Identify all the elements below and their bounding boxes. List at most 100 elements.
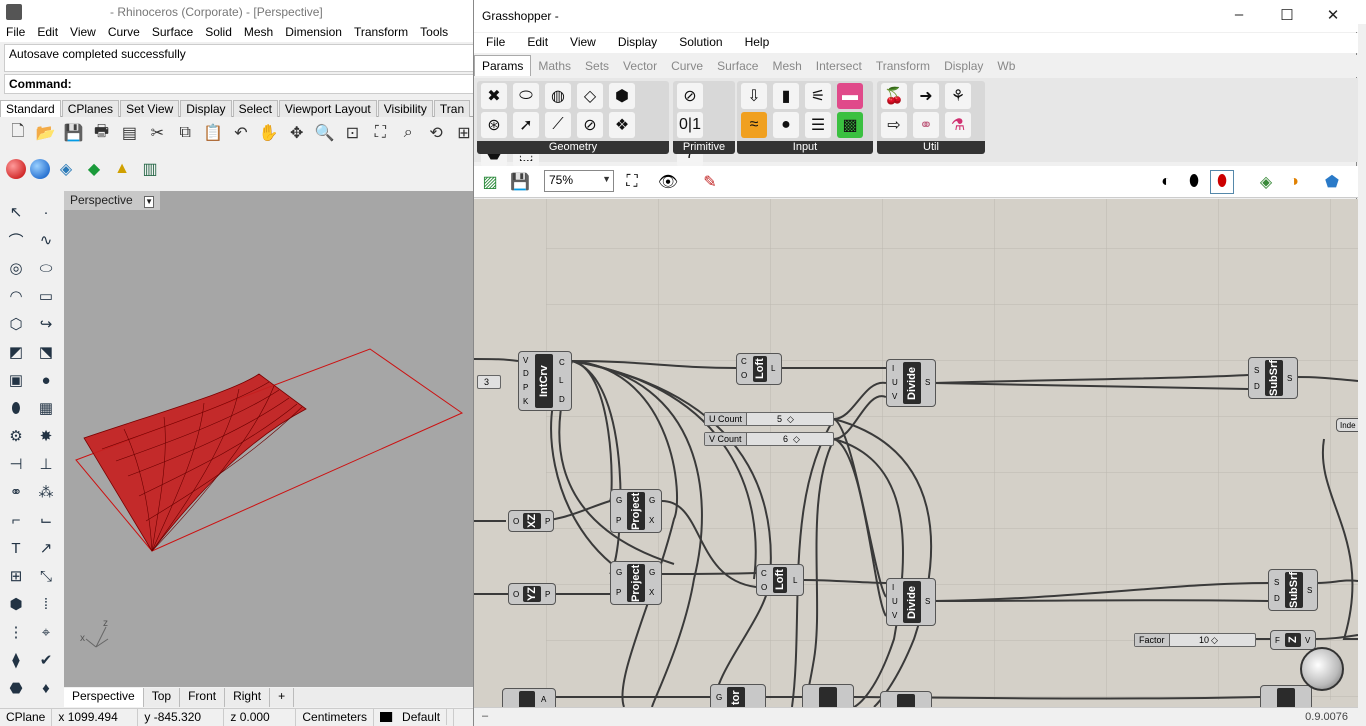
graph-mapper-icon[interactable]: ≈ bbox=[741, 112, 767, 138]
pin-g[interactable]: G bbox=[716, 693, 722, 702]
component-partial-vector[interactable]: G tor bbox=[710, 684, 766, 707]
pin-o[interactable]: O bbox=[513, 517, 519, 526]
pin-o[interactable]: O bbox=[761, 583, 767, 592]
scale-icon[interactable]: ⤡ bbox=[32, 562, 60, 590]
zoom-icon[interactable]: 🔍 bbox=[313, 121, 337, 145]
ribbon-group-label-primitive[interactable]: Primitive bbox=[673, 141, 735, 154]
component-xz-plane[interactable]: O XZ P bbox=[508, 510, 554, 532]
maximize-icon[interactable]: ☐ bbox=[1264, 6, 1310, 26]
viewport-tab-perspective[interactable]: Perspective bbox=[64, 688, 144, 707]
rhino-menu-solid[interactable]: Solid bbox=[199, 24, 238, 39]
slider-u-count[interactable]: U Count 5 ◇ bbox=[704, 412, 834, 426]
zoom-extents-icon[interactable]: ⛶ bbox=[620, 170, 644, 194]
canvas-navigation-widget[interactable] bbox=[1300, 647, 1344, 691]
pin-u[interactable]: U bbox=[892, 378, 898, 387]
rhino-menu-mesh[interactable]: Mesh bbox=[238, 24, 279, 39]
component-subsrf-1[interactable]: S D SubSrf S bbox=[1248, 357, 1298, 399]
arc-icon[interactable]: ◠ bbox=[2, 282, 30, 310]
gh-tab-sets[interactable]: Sets bbox=[578, 56, 616, 76]
rhino-menu-curve[interactable]: Curve bbox=[102, 24, 146, 39]
pin-s-out[interactable]: S bbox=[1287, 374, 1292, 383]
data-dam-icon[interactable]: ⇨ bbox=[881, 112, 907, 138]
pin-p[interactable]: P bbox=[545, 590, 550, 599]
tab-viewport-layout[interactable]: Viewport Layout bbox=[278, 100, 377, 117]
cherry-picker-icon[interactable]: 🍒 bbox=[881, 83, 907, 109]
surface-param-icon[interactable]: ◇ bbox=[577, 83, 603, 109]
ribbon-group-label-geometry[interactable]: Geometry bbox=[477, 141, 669, 154]
geometry-param-icon[interactable]: ✖ bbox=[481, 83, 507, 109]
render-mesh-icon[interactable]: ⬣ bbox=[2, 674, 30, 702]
gh-menu-edit[interactable]: Edit bbox=[515, 33, 558, 49]
box-icon[interactable]: ▣ bbox=[2, 366, 30, 394]
solver-shape-icon[interactable]: ⬟ bbox=[1320, 170, 1344, 194]
sphere-icon[interactable]: ● bbox=[32, 366, 60, 394]
slider-grip-icon[interactable]: ◇ bbox=[787, 413, 794, 425]
box-param-icon[interactable]: ⬢ bbox=[609, 83, 635, 109]
gh-menu-solution[interactable]: Solution bbox=[667, 33, 732, 49]
trim-icon[interactable]: ⊣ bbox=[2, 450, 30, 478]
color-swatch-icon[interactable]: ▩ bbox=[837, 112, 863, 138]
preview-eye-icon[interactable]: 👁 bbox=[656, 170, 680, 194]
ellipse-icon[interactable]: ⬭ bbox=[32, 254, 60, 282]
relay-arrow-icon[interactable]: ➜ bbox=[913, 83, 939, 109]
gh-tab-intersect[interactable]: Intersect bbox=[809, 56, 869, 76]
pin-s[interactable]: S bbox=[925, 378, 930, 387]
plane-param-icon[interactable]: ⊘ bbox=[577, 112, 603, 138]
jump-icon[interactable]: ⚭ bbox=[913, 112, 939, 138]
material-icon[interactable]: ◈ bbox=[54, 157, 78, 181]
pin-d[interactable]: D bbox=[1254, 382, 1260, 391]
control-knob-icon[interactable]: ⚟ bbox=[805, 83, 831, 109]
copy-icon[interactable]: ⧉ bbox=[173, 121, 197, 145]
cylinder-icon[interactable]: ⬮ bbox=[2, 394, 30, 422]
render-icon[interactable] bbox=[6, 159, 26, 179]
pin-g[interactable]: G bbox=[616, 568, 622, 577]
curve-param-icon[interactable]: ◍ bbox=[545, 83, 571, 109]
tab-display[interactable]: Display bbox=[180, 100, 232, 117]
gh-menu-file[interactable]: File bbox=[474, 33, 515, 49]
save-icon[interactable]: 💾 bbox=[62, 121, 86, 145]
mesh-param-icon[interactable]: ⊛ bbox=[481, 112, 507, 138]
slider-grip-icon[interactable]: ◇ bbox=[1211, 634, 1218, 646]
paste-icon[interactable]: 📋 bbox=[201, 121, 225, 145]
pin-l[interactable]: L bbox=[793, 576, 797, 585]
pin-l[interactable]: L bbox=[559, 376, 563, 385]
print-icon[interactable]: 🖶 bbox=[90, 121, 114, 145]
lamp-icon[interactable]: ♦ bbox=[32, 674, 60, 702]
grid-snap-icon[interactable]: ⁞ bbox=[32, 590, 60, 618]
zoom-window-icon[interactable]: ⊡ bbox=[341, 121, 365, 145]
curve-icon[interactable]: ∿ bbox=[32, 226, 60, 254]
document-preview-icon[interactable]: ◈ bbox=[1254, 170, 1278, 194]
component-index-partial[interactable]: Inde bbox=[1336, 418, 1358, 432]
pin-l[interactable]: L bbox=[771, 364, 775, 373]
pin-x[interactable]: X bbox=[649, 516, 654, 525]
button-input-icon[interactable]: ▮ bbox=[773, 83, 799, 109]
viewport-menu-arrow-icon[interactable]: ▼ bbox=[144, 196, 155, 208]
dot-grid-icon[interactable]: ⋮ bbox=[2, 618, 30, 646]
open-folder-icon[interactable]: 📂 bbox=[34, 121, 58, 145]
rhino-menu-edit[interactable]: Edit bbox=[31, 24, 64, 39]
check-icon[interactable]: ✔ bbox=[32, 646, 60, 674]
pin-v[interactable]: V bbox=[1305, 636, 1310, 645]
rendered-view-icon[interactable] bbox=[30, 159, 50, 179]
array-icon[interactable]: ⊞ bbox=[2, 562, 30, 590]
gear-tool-icon[interactable]: ⚙ bbox=[2, 422, 30, 450]
line-param-icon[interactable]: ⟋ bbox=[545, 112, 571, 138]
pin-k[interactable]: K bbox=[523, 397, 528, 406]
ribbon-group-label-util[interactable]: Util bbox=[877, 141, 985, 154]
gh-tab-params[interactable]: Params bbox=[474, 55, 532, 76]
freeform-icon[interactable]: ↪ bbox=[32, 310, 60, 338]
viewport-tab-right[interactable]: Right bbox=[225, 688, 271, 707]
rhino-menu-transform[interactable]: Transform bbox=[348, 24, 414, 39]
rhino-menu-view[interactable]: View bbox=[64, 24, 102, 39]
rhino-menu-tools[interactable]: Tools bbox=[414, 24, 454, 39]
chamfer-icon[interactable]: ⌙ bbox=[32, 506, 60, 534]
properties-icon[interactable]: ▤ bbox=[118, 121, 142, 145]
gh-tab-maths[interactable]: Maths bbox=[531, 56, 578, 76]
point-icon[interactable]: · bbox=[32, 198, 60, 226]
mesh-plane-icon[interactable]: ▦ bbox=[32, 394, 60, 422]
circle-icon[interactable]: ◎ bbox=[2, 254, 30, 282]
tab-select[interactable]: Select bbox=[232, 100, 278, 117]
gradient-input-icon[interactable]: ▬ bbox=[837, 83, 863, 109]
sketch-brush-icon[interactable]: ✎ bbox=[698, 170, 722, 194]
pin-v[interactable]: V bbox=[523, 356, 528, 365]
